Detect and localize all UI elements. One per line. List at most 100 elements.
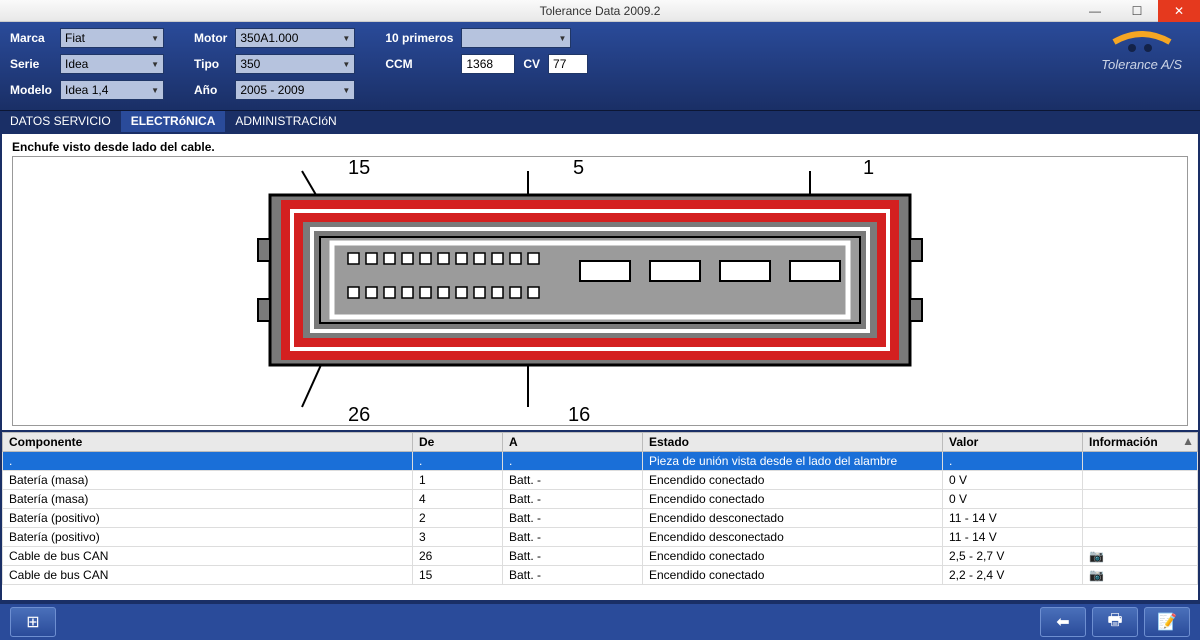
- window-title: Tolerance Data 2009.2: [540, 4, 661, 18]
- cell-c4: Encendido conectado: [643, 566, 943, 585]
- tipo-label: Tipo: [194, 57, 227, 71]
- cv-field[interactable]: 77: [548, 54, 588, 74]
- col-a[interactable]: A: [503, 433, 643, 452]
- camera-icon[interactable]: 📷: [1089, 549, 1104, 563]
- note-button[interactable]: 📝: [1144, 607, 1190, 637]
- cell-c3: Batt. -: [503, 547, 643, 566]
- connector-diagram: 15 5 1 26 16: [12, 156, 1188, 426]
- cell-c2: 15: [413, 566, 503, 585]
- marca-select[interactable]: Fiat: [60, 28, 164, 48]
- camera-icon[interactable]: 📷: [1089, 568, 1104, 582]
- cell-c1: Batería (positivo): [3, 509, 413, 528]
- cell-c4: Encendido conectado: [643, 547, 943, 566]
- scroll-up-icon[interactable]: ▲: [1182, 434, 1194, 448]
- cell-c2: 3: [413, 528, 503, 547]
- filter-ribbon: Marca Fiat Serie Idea Modelo Idea 1,4 Mo…: [0, 22, 1200, 110]
- cell-c5: 11 - 14 V: [943, 528, 1083, 547]
- footer-bar: ⊞ ⬅ 🖶 📝: [0, 602, 1200, 640]
- pin-table: Componente De A Estado Valor Información…: [2, 432, 1198, 585]
- cell-c4: Encendido conectado: [643, 490, 943, 509]
- cell-c2: .: [413, 452, 503, 471]
- motor-label: Motor: [194, 31, 227, 45]
- cell-c6: [1083, 452, 1198, 471]
- col-valor[interactable]: Valor: [943, 433, 1083, 452]
- cell-c5: 0 V: [943, 490, 1083, 509]
- content-area: Enchufe visto desde lado del cable. 15 5…: [0, 132, 1200, 602]
- col-de[interactable]: De: [413, 433, 503, 452]
- diagram-icon: ⊞: [26, 612, 39, 632]
- cell-c2: 1: [413, 471, 503, 490]
- motor-select[interactable]: 350A1.000: [235, 28, 355, 48]
- table-row[interactable]: Cable de bus CAN15Batt. -Encendido conec…: [3, 566, 1198, 585]
- cell-c3: Batt. -: [503, 566, 643, 585]
- cell-c2: 4: [413, 490, 503, 509]
- cell-c3: .: [503, 452, 643, 471]
- diagram-button[interactable]: ⊞: [10, 607, 56, 637]
- cell-c2: 26: [413, 547, 503, 566]
- brand-text: Tolerance A/S: [1101, 57, 1182, 72]
- nav-tabs: DATOS SERVICIO ELECTRóNICA ADMINISTRACIó…: [0, 110, 1200, 132]
- cell-c1: .: [3, 452, 413, 471]
- cell-c1: Cable de bus CAN: [3, 566, 413, 585]
- cell-c3: Batt. -: [503, 490, 643, 509]
- table-row[interactable]: Batería (masa)1Batt. -Encendido conectad…: [3, 471, 1198, 490]
- cell-c6: [1083, 490, 1198, 509]
- ccm-label: CCM: [385, 57, 453, 71]
- table-row[interactable]: Batería (masa)4Batt. -Encendido conectad…: [3, 490, 1198, 509]
- diagram-caption: Enchufe visto desde lado del cable.: [12, 140, 1188, 154]
- ccm-field[interactable]: 1368: [461, 54, 515, 74]
- cell-c6: 📷: [1083, 547, 1198, 566]
- col-informacion[interactable]: Información: [1083, 433, 1198, 452]
- minimize-button[interactable]: —: [1074, 0, 1116, 22]
- cell-c4: Encendido desconectado: [643, 509, 943, 528]
- col-estado[interactable]: Estado: [643, 433, 943, 452]
- tipo-select[interactable]: 350: [235, 54, 355, 74]
- serie-label: Serie: [10, 57, 52, 71]
- title-bar: Tolerance Data 2009.2 — ☐ ✕: [0, 0, 1200, 22]
- cell-c6: [1083, 509, 1198, 528]
- cell-c2: 2: [413, 509, 503, 528]
- cell-c1: Cable de bus CAN: [3, 547, 413, 566]
- pin-label-15: 15: [348, 157, 370, 180]
- cell-c5: 2,5 - 2,7 V: [943, 547, 1083, 566]
- cell-c3: Batt. -: [503, 528, 643, 547]
- tab-datos-servicio[interactable]: DATOS SERVICIO: [0, 111, 121, 132]
- cell-c1: Batería (positivo): [3, 528, 413, 547]
- table-row[interactable]: Cable de bus CAN26Batt. -Encendido conec…: [3, 547, 1198, 566]
- cell-c5: 0 V: [943, 471, 1083, 490]
- print-button[interactable]: 🖶: [1092, 607, 1138, 637]
- cell-c1: Batería (masa): [3, 490, 413, 509]
- serie-select[interactable]: Idea: [60, 54, 164, 74]
- pin-label-26: 26: [348, 404, 370, 427]
- maximize-button[interactable]: ☐: [1116, 0, 1158, 22]
- modelo-select[interactable]: Idea 1,4: [60, 80, 164, 100]
- print-icon: 🖶: [1107, 609, 1122, 636]
- ano-label: Año: [194, 83, 227, 97]
- primeros-select[interactable]: [461, 28, 571, 48]
- cell-c6: [1083, 528, 1198, 547]
- cell-c4: Encendido desconectado: [643, 528, 943, 547]
- pin-label-16: 16: [568, 404, 590, 427]
- table-row[interactable]: Batería (positivo)2Batt. -Encendido desc…: [3, 509, 1198, 528]
- cell-c4: Pieza de unión vista desde el lado del a…: [643, 452, 943, 471]
- col-componente[interactable]: Componente: [3, 433, 413, 452]
- tab-electronica[interactable]: ELECTRóNICA: [121, 111, 226, 132]
- marca-label: Marca: [10, 31, 52, 45]
- cell-c1: Batería (masa): [3, 471, 413, 490]
- cell-c5: 2,2 - 2,4 V: [943, 566, 1083, 585]
- modelo-label: Modelo: [10, 83, 52, 97]
- back-button[interactable]: ⬅: [1040, 607, 1086, 637]
- tab-administracion[interactable]: ADMINISTRACIóN: [225, 111, 346, 132]
- brand-logo: Tolerance A/S: [1101, 30, 1182, 72]
- table-row[interactable]: Batería (positivo)3Batt. -Encendido desc…: [3, 528, 1198, 547]
- pin-label-1: 1: [863, 157, 874, 180]
- cell-c3: Batt. -: [503, 471, 643, 490]
- cell-c5: .: [943, 452, 1083, 471]
- back-icon: ⬅: [1056, 612, 1069, 632]
- close-button[interactable]: ✕: [1158, 0, 1200, 22]
- cell-c6: 📷: [1083, 566, 1198, 585]
- pin-label-5: 5: [573, 157, 584, 180]
- ano-select[interactable]: 2005 - 2009: [235, 80, 355, 100]
- table-row[interactable]: ...Pieza de unión vista desde el lado de…: [3, 452, 1198, 471]
- primeros-label: 10 primeros: [385, 31, 453, 45]
